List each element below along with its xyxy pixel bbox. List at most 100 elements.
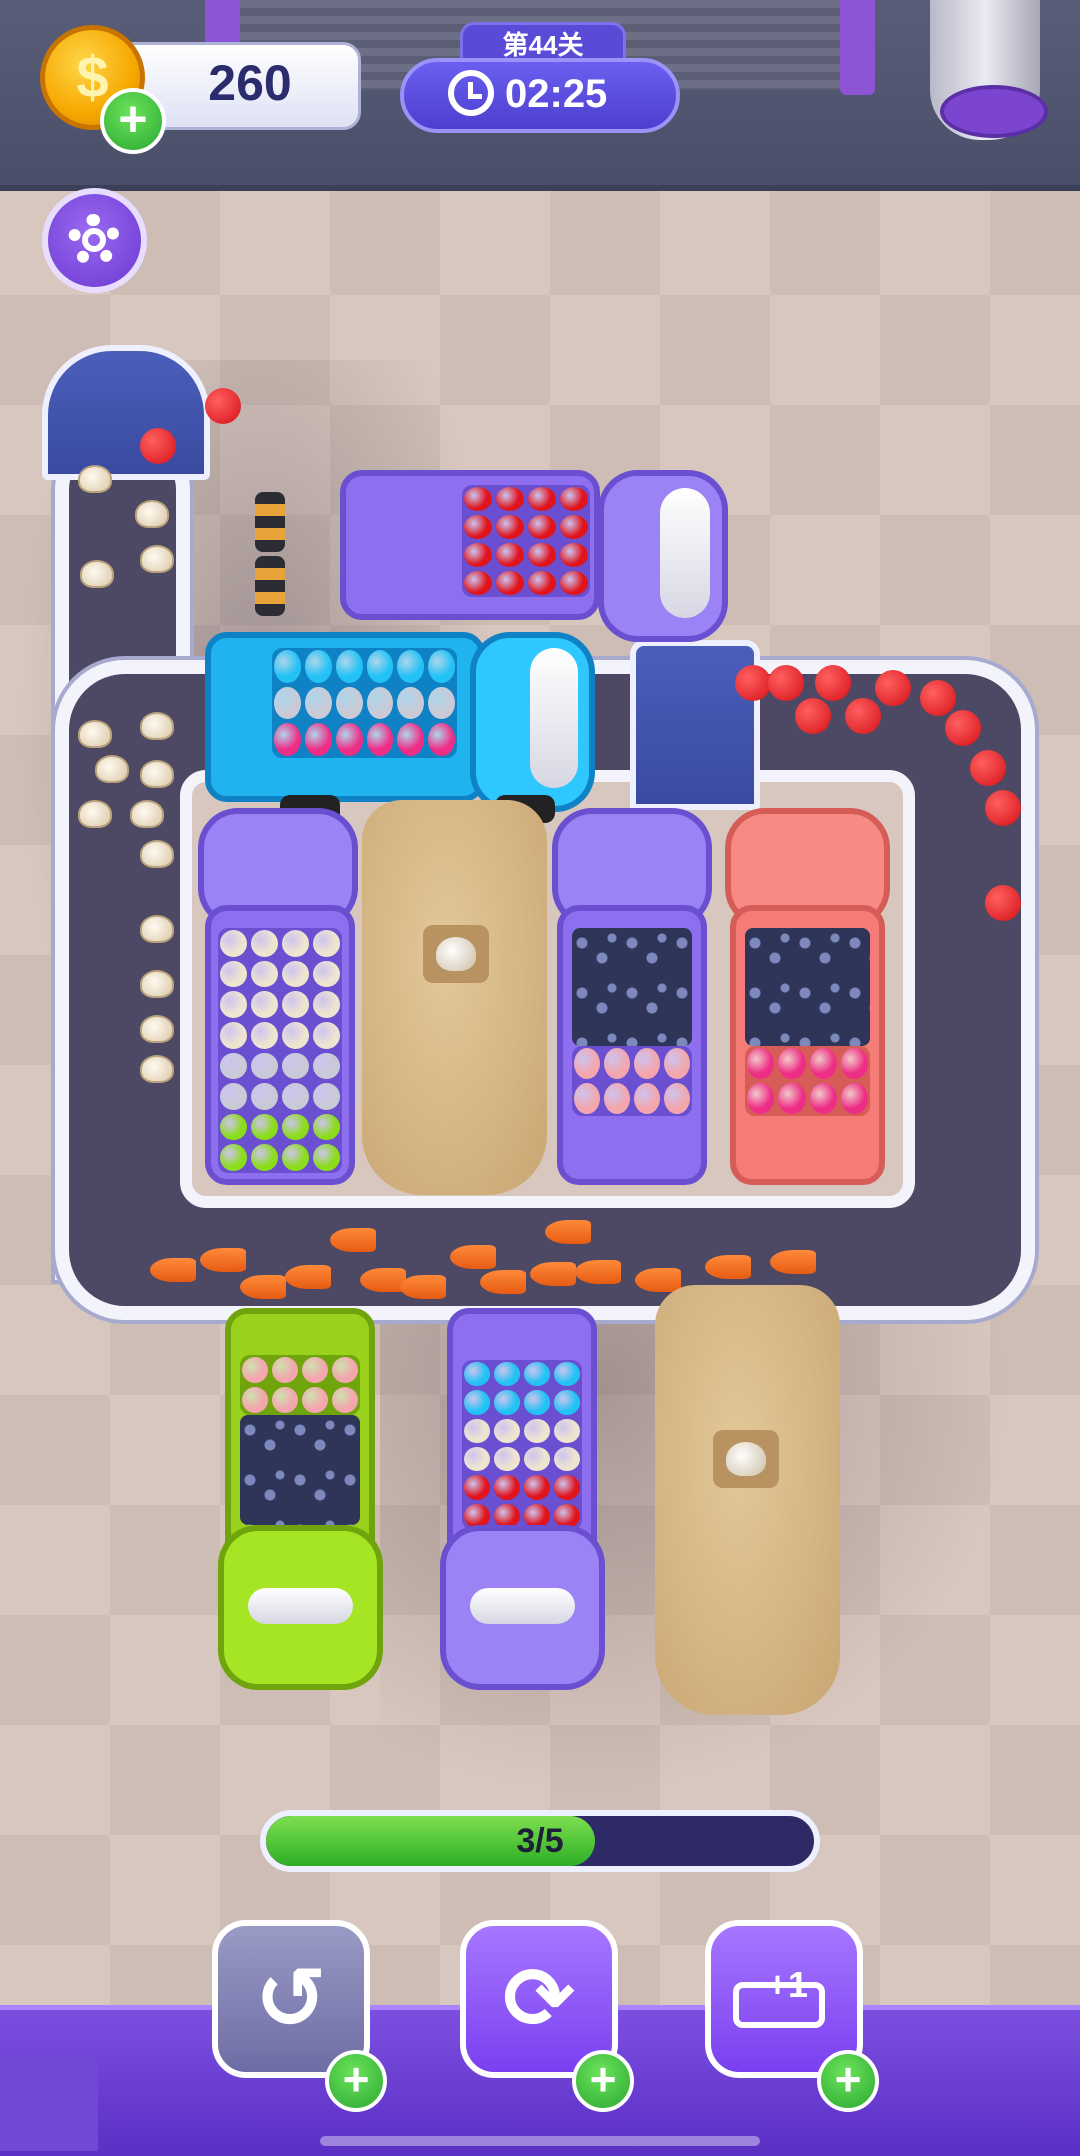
- pink-ball-item: [809, 1083, 837, 1114]
- mushroom-item: [220, 991, 247, 1018]
- mushroom-item: [313, 991, 340, 1018]
- mushroom-item: [554, 1418, 580, 1443]
- carrot-item: [575, 1260, 621, 1284]
- tomato-item: [875, 670, 911, 706]
- silver-item: [313, 1052, 340, 1080]
- pink-ball-item: [840, 1083, 868, 1114]
- green-ball-item: [220, 1144, 247, 1171]
- pig-item: [302, 1387, 328, 1413]
- blue-egg-item: [274, 650, 301, 683]
- blue-egg-item: [554, 1362, 580, 1387]
- covered-truck[interactable]: [362, 800, 547, 1195]
- mushroom-item: [135, 500, 169, 528]
- pink-ball-item: [778, 1048, 806, 1079]
- mushroom-item: [464, 1446, 490, 1472]
- carrot-item: [360, 1268, 406, 1292]
- mushroom-item: [78, 465, 112, 493]
- truck-window: [470, 1588, 575, 1624]
- tomato-item: [560, 515, 588, 539]
- mushroom-item: [313, 930, 340, 957]
- undo-icon: ↺: [254, 1951, 328, 2047]
- pig-item: [272, 1357, 298, 1383]
- tomato-item: [560, 571, 588, 595]
- carrot-item: [530, 1262, 576, 1286]
- pink-ball-item: [304, 723, 332, 756]
- truck-cargo-pig: [240, 1355, 360, 1415]
- mushroom-item: [554, 1446, 580, 1472]
- silver-item: [220, 1052, 247, 1080]
- mushroom-item: [140, 840, 174, 868]
- carrot-item: [400, 1275, 446, 1299]
- blue-egg-item: [494, 1362, 520, 1387]
- covered-truck[interactable]: [655, 1285, 840, 1715]
- pig-item: [664, 1083, 690, 1114]
- tomato-item: [140, 428, 176, 464]
- shuffle-icon: ⟳: [502, 1951, 576, 2047]
- silver-item: [335, 686, 363, 720]
- blue-egg-item: [524, 1362, 550, 1387]
- silver-item: [282, 1052, 309, 1080]
- mushroom-item: [251, 930, 278, 957]
- tomato-item: [554, 1475, 580, 1500]
- pig-item: [634, 1083, 660, 1114]
- blue-egg-item: [554, 1390, 580, 1415]
- toolbar-corner: [0, 2055, 98, 2151]
- pig-item: [272, 1387, 298, 1413]
- home-indicator: [320, 2136, 760, 2146]
- silver-item: [251, 1083, 278, 1110]
- pink-ball-item: [397, 723, 425, 756]
- wall-pillar: [840, 0, 875, 95]
- mushroom-icon: [726, 1442, 766, 1476]
- green-ball-item: [313, 1144, 340, 1171]
- pink-ball-item: [335, 723, 363, 756]
- tomato-item: [528, 543, 556, 567]
- bollard: [255, 556, 285, 616]
- mushroom-item: [220, 960, 247, 988]
- mushroom-item: [130, 800, 164, 828]
- blue-egg-item: [366, 650, 394, 683]
- blue-egg-item: [335, 650, 363, 683]
- mushroom-item: [464, 1418, 490, 1443]
- mushroom-item: [78, 720, 112, 748]
- tomato-item: [560, 487, 588, 511]
- pipe-base: [940, 85, 1048, 138]
- pink-ball-item: [778, 1083, 806, 1114]
- timer-value: 02:25: [505, 72, 608, 116]
- mushroom-item: [140, 970, 174, 998]
- carrot-item: [480, 1270, 526, 1294]
- mushroom-item: [95, 755, 129, 783]
- tomato-item: [795, 698, 831, 734]
- green-ball-item: [251, 1113, 278, 1141]
- truck-plus-icon: +1: [733, 1964, 833, 2034]
- carrot-item: [705, 1255, 751, 1279]
- pink-ball-item: [428, 723, 455, 756]
- green-ball-item: [282, 1144, 309, 1171]
- blue-egg-item: [397, 650, 425, 683]
- tomato-item: [920, 680, 956, 716]
- add-undo-button[interactable]: +: [325, 2050, 387, 2112]
- mushroom-item: [140, 915, 174, 943]
- bollard: [255, 492, 285, 552]
- add-coins-button[interactable]: +: [100, 88, 166, 154]
- add-truck-plus-button[interactable]: +: [817, 2050, 879, 2112]
- mushroom-item: [494, 1446, 520, 1472]
- carrot-item: [240, 1275, 286, 1299]
- mystery-cargo: [240, 1415, 360, 1525]
- tomato-item: [496, 515, 524, 539]
- mushroom-item: [282, 991, 309, 1018]
- tomato-item: [524, 1475, 550, 1500]
- gear-icon-center: [82, 228, 106, 252]
- tomato-item: [845, 698, 881, 734]
- tomato-item: [735, 665, 771, 701]
- green-ball-item: [220, 1113, 247, 1141]
- mystery-cargo: [572, 928, 692, 1046]
- tomato-item: [205, 388, 241, 424]
- pig-item: [574, 1048, 600, 1079]
- tomato-item: [528, 571, 556, 595]
- silver-item: [251, 1052, 278, 1080]
- mushroom-item: [313, 1021, 340, 1049]
- add-shuffle-button[interactable]: +: [572, 2050, 634, 2112]
- blue-egg-item: [494, 1390, 520, 1415]
- truck-cargo-stack: [462, 1360, 582, 1530]
- tomato-item: [985, 885, 1021, 921]
